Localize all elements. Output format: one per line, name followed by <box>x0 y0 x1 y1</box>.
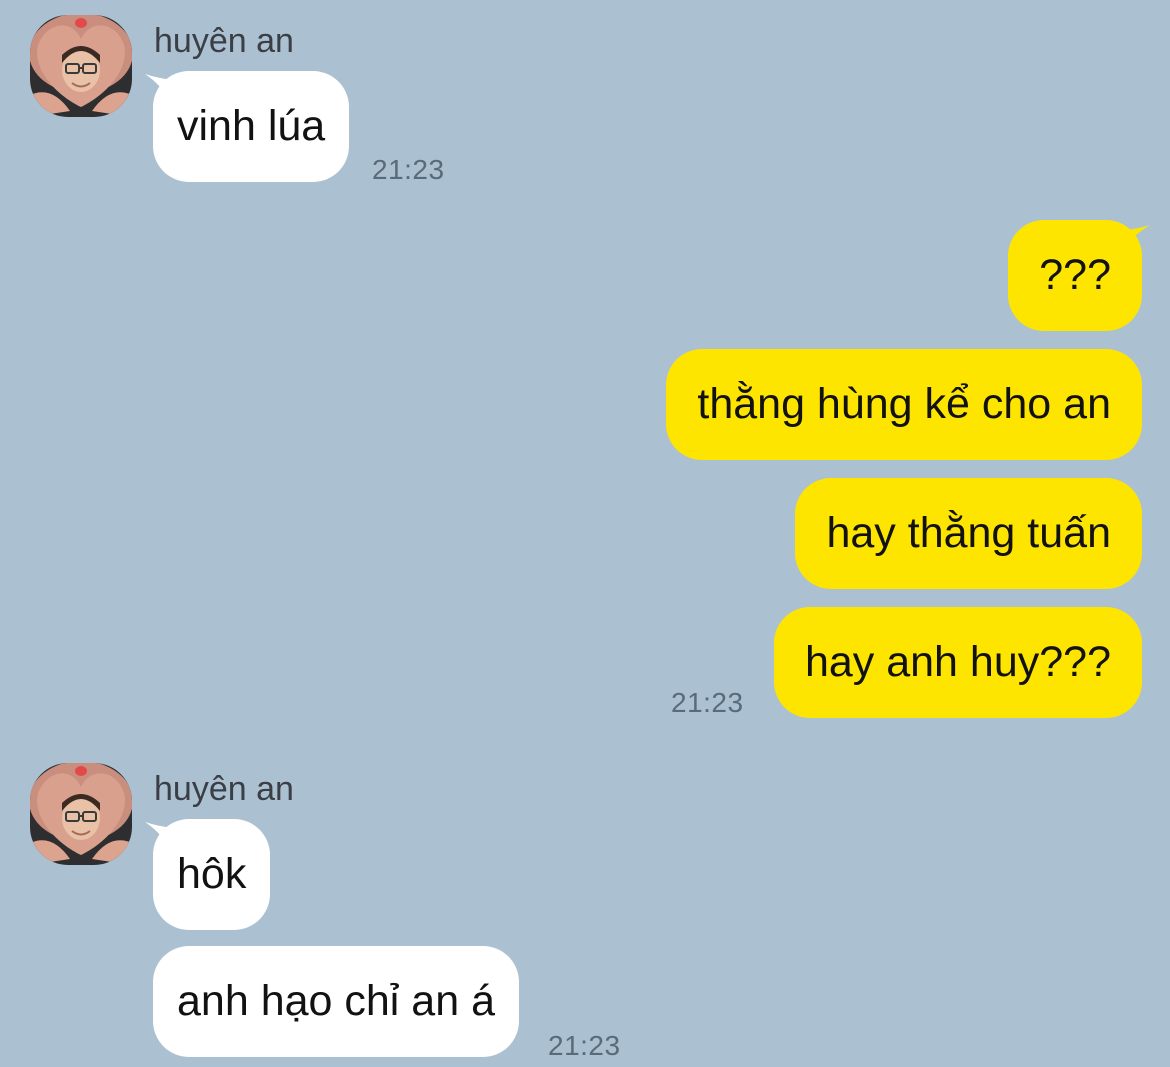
sender-avatar[interactable] <box>30 15 132 117</box>
message-text: vinh lúa <box>177 102 326 150</box>
avatar-photo-icon <box>30 15 132 117</box>
message-text: thằng hùng kể cho an <box>697 380 1111 428</box>
message-timestamp: 21:23 <box>372 154 445 185</box>
message-bubble[interactable]: hôk <box>153 819 271 930</box>
avatar-photo-icon <box>30 763 132 865</box>
message-text: hay anh huy??? <box>804 638 1111 686</box>
message-bubble[interactable]: vinh lúa <box>153 71 350 182</box>
sender-name: huyên an <box>154 22 294 60</box>
sender-name: huyên an <box>154 770 294 808</box>
message-text: ??? <box>1039 251 1111 299</box>
message-bubble[interactable]: anh hạo chỉ an á <box>153 946 519 1057</box>
message-bubble[interactable]: ??? <box>1008 220 1142 331</box>
sender-avatar[interactable] <box>30 763 132 865</box>
message-timestamp: 21:23 <box>671 687 744 718</box>
message-bubble[interactable]: hay thằng tuấn <box>795 478 1142 589</box>
message-bubble[interactable]: hay anh huy??? <box>773 607 1142 718</box>
message-bubble[interactable]: thằng hùng kể cho an <box>666 349 1142 460</box>
message-text: anh hạo chỉ an á <box>177 977 495 1025</box>
message-text: hôk <box>177 850 247 898</box>
message-text: hay thằng tuấn <box>826 509 1111 557</box>
message-timestamp: 21:23 <box>548 1030 621 1061</box>
